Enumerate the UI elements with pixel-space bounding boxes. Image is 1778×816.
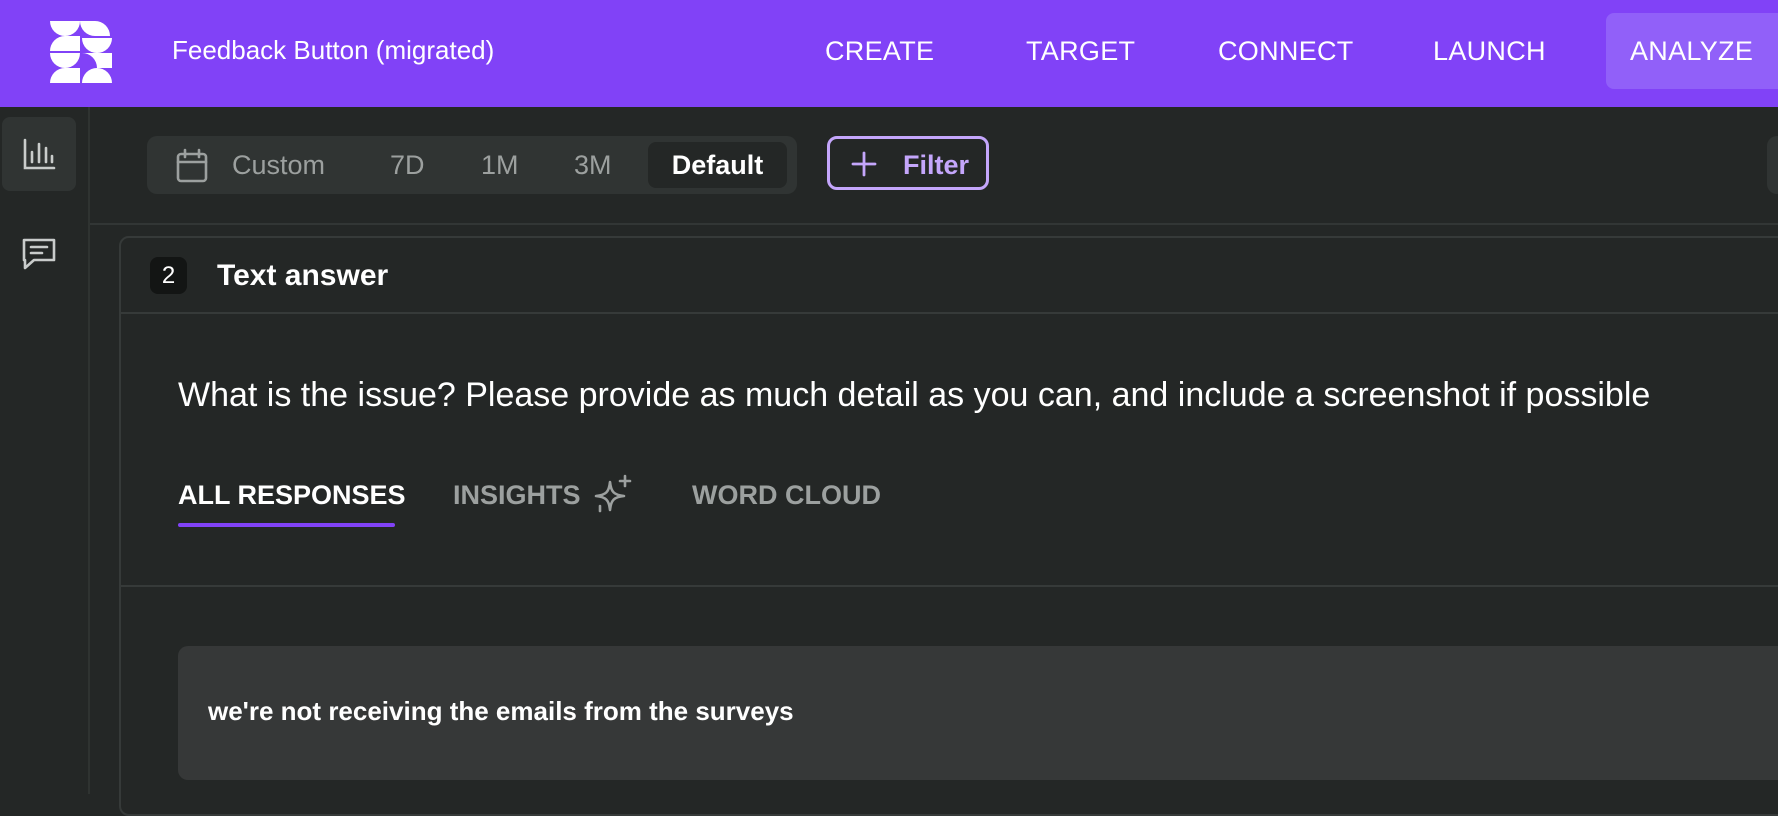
top-navigation-bar: Feedback Button (migrated) CREATE TARGET…	[0, 0, 1778, 107]
toolbar-divider	[90, 223, 1778, 225]
range-default[interactable]: Default	[648, 142, 787, 188]
sidebar-item-responses[interactable]	[2, 217, 76, 291]
date-range-selector: Custom 7D 1M 3M Default	[147, 136, 797, 194]
range-1m[interactable]: 1M	[481, 146, 519, 184]
nav-launch[interactable]: LAUNCH	[1433, 29, 1546, 73]
response-card[interactable]: we're not receiving the emails from the …	[178, 646, 1778, 780]
toolbar-right-control[interactable]	[1767, 136, 1778, 194]
calendar-icon[interactable]	[175, 148, 209, 184]
survey-title[interactable]: Feedback Button (migrated)	[172, 33, 494, 67]
sidebar-item-analytics[interactable]	[2, 117, 76, 191]
nav-create[interactable]: CREATE	[825, 29, 934, 73]
nav-analyze[interactable]: ANALYZE	[1630, 29, 1753, 73]
question-number-badge: 2	[150, 257, 187, 294]
plus-icon	[851, 151, 877, 177]
range-3m[interactable]: 3M	[574, 146, 612, 184]
bar-chart-icon	[23, 138, 56, 170]
filter-button[interactable]: Filter	[827, 136, 989, 190]
nav-connect[interactable]: CONNECT	[1218, 29, 1354, 73]
tab-word-cloud[interactable]: WORD CLOUD	[692, 477, 881, 513]
range-7d[interactable]: 7D	[390, 146, 425, 184]
nav-target[interactable]: TARGET	[1026, 29, 1135, 73]
sparkles-icon	[594, 474, 632, 513]
tabs-divider	[119, 585, 1778, 587]
question-text: What is the issue? Please provide as muc…	[178, 376, 1651, 414]
tab-insights[interactable]: INSIGHTS	[453, 477, 581, 513]
message-icon	[22, 238, 56, 270]
active-tab-indicator	[178, 523, 395, 527]
tab-all-responses[interactable]: ALL RESPONSES	[178, 477, 406, 513]
response-text: we're not receiving the emails from the …	[208, 696, 794, 726]
card-header-divider	[119, 312, 1778, 314]
filter-label: Filter	[903, 150, 970, 180]
left-sidebar	[0, 107, 90, 794]
range-custom[interactable]: Custom	[232, 146, 325, 184]
app-logo-icon[interactable]	[46, 17, 116, 87]
question-type-heading: Text answer	[217, 259, 389, 292]
